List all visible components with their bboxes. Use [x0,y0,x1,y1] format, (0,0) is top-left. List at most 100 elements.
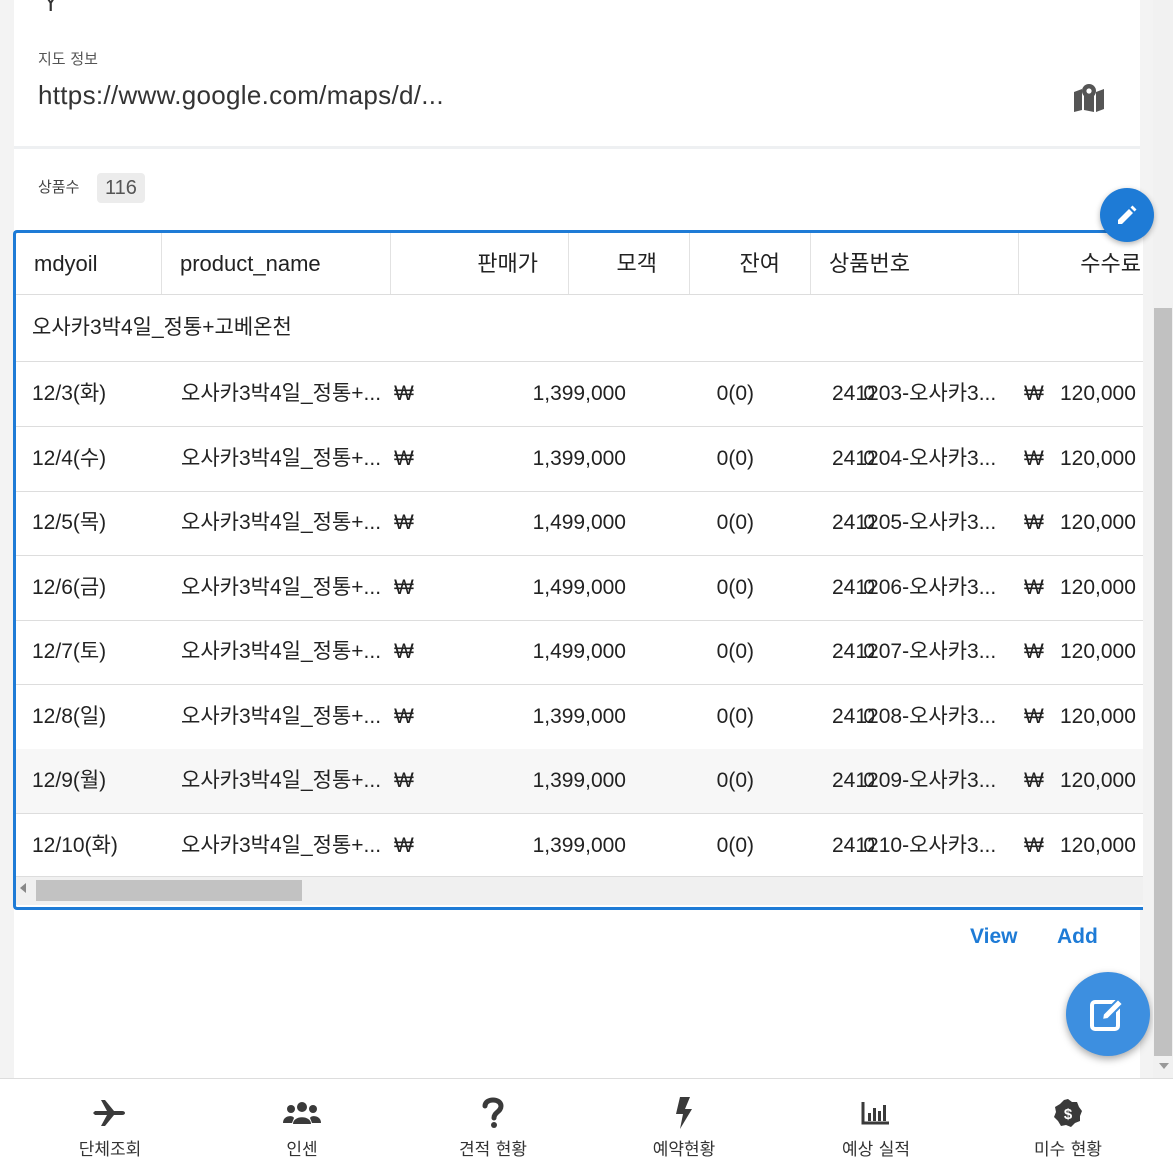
header-sale-price[interactable]: 판매가 [391,233,569,294]
cell-product-name: 오사카3박4일_정통+... [181,769,382,792]
nav-item-reservation-status[interactable]: 예약현황 [589,1079,779,1173]
map-url-link[interactable]: https://www.google.com/maps/d/... [38,80,444,111]
cell-fee: 120,000 [1060,575,1136,599]
cell-fee-currency: ₩ [1024,511,1044,534]
pencil-icon [1118,205,1137,224]
nav-item-receivables[interactable]: $ 미수 현황 [973,1079,1163,1173]
product-count-badge: 116 [97,173,145,203]
cell-date: 12/6(금) [32,575,107,599]
edit-square-icon [1090,997,1125,1031]
edit-pencil-button[interactable] [1100,188,1154,242]
cell-fee: 120,000 [1060,382,1136,405]
cell-fee: 120,000 [1060,446,1136,470]
table-row[interactable]: 12/4(수) 오사카3박4일_정통+... ₩1,399,000 0(0) 0 2412… [16,427,1143,492]
header-remaining[interactable]: 잔여 [690,233,811,294]
add-link[interactable]: Add [1057,925,1098,949]
nav-item-quote-status[interactable]: 견적 현황 [398,1079,588,1173]
users-icon [283,1102,321,1124]
map-info-label: 지도 정보 [38,50,98,68]
table-row[interactable]: 12/3(화) 오사카3박4일_정통+... ₩1,399,000 0(0) 0 2412… [16,362,1143,427]
cell-product-code: 241206-오사카3... [832,575,997,599]
nav-item-expected-performance[interactable]: 예상 실적 [781,1079,971,1173]
compose-fab-button[interactable] [1066,972,1150,1056]
cell-pax: 0(0) [716,575,754,599]
table-row[interactable]: 12/6(금) 오사카3박4일_정통+... ₩1,499,000 0(0) 0 2412… [16,556,1143,621]
nav-label: 미수 현황 [1034,1140,1102,1160]
cell-price-currency: ₩ [394,769,414,792]
cell-date: 12/5(목) [32,511,107,534]
table-row[interactable]: 12/7(토) 오사카3박4일_정통+... ₩1,499,000 0(0) 0 2412… [16,620,1143,685]
table-row[interactable]: 12/9(월) 오사카3박4일_정통+... ₩1,399,000 0(0) 0 2412… [16,749,1143,814]
bottom-navigation: 단체조회 인센 견적 현황 예약현황 예상 실적 $ 미수 현황 [0,1078,1173,1173]
question-icon [482,1097,504,1128]
nav-label: 단체조회 [78,1140,142,1160]
cell-product-name: 오사카3박4일_정통+... [181,704,382,728]
cell-product-name: 오사카3박4일_정통+... [181,446,382,470]
cell-product-code: 241209-오사카3... [832,769,997,792]
cell-fee-currency: ₩ [1024,382,1044,405]
airplane-icon [93,1100,125,1126]
cell-product-code: 241210-오사카3... [832,833,997,857]
cell-pax: 0(0) [716,833,754,857]
cell-product-code: 241208-오사카3... [832,704,997,728]
nav-item-group-search[interactable]: 단체조회 [15,1079,205,1173]
cell-fee: 120,000 [1060,704,1136,728]
map-info-card: Y 지도 정보 https://www.google.com/maps/d/..… [14,0,1140,149]
cell-sale-price: 1,499,000 [532,511,626,534]
cell-sale-price: 1,499,000 [532,575,626,599]
cell-pax: 0(0) [716,446,754,470]
cell-product-name: 오사카3박4일_정통+... [181,640,382,663]
horizontal-scroll-thumb[interactable] [36,880,302,901]
cell-fee-currency: ₩ [1024,575,1044,599]
dollar-badge-icon: $ [1054,1099,1082,1127]
cell-fee: 120,000 [1060,640,1136,663]
table-row[interactable]: 12/5(목) 오사카3박4일_정통+... ₩1,499,000 0(0) 0 2412… [16,491,1143,556]
cell-price-currency: ₩ [394,833,414,857]
header-fee[interactable]: 수수료 [1019,233,1143,294]
cell-fee-currency: ₩ [1024,833,1044,857]
cell-pax: 0(0) [716,640,754,663]
cell-price-currency: ₩ [394,575,414,599]
cell-pax: 0(0) [716,704,754,728]
horizontal-scrollbar[interactable] [16,876,1143,905]
cell-fee-currency: ₩ [1024,640,1044,663]
table-row[interactable]: 12/10(화) 오사카3박4일_정통+... ₩1,399,000 0(0) 0 241… [16,814,1143,879]
header-mdyoil[interactable]: mdyoil [16,233,162,294]
cell-sale-price: 1,399,000 [532,833,626,857]
cell-date: 12/3(화) [32,382,107,405]
table-row[interactable]: 12/8(일) 오사카3박4일_정통+... ₩1,399,000 0(0) 0 2412… [16,685,1143,750]
nav-label: 견적 현황 [459,1140,527,1160]
header-pax[interactable]: 모객 [569,233,690,294]
cell-date: 12/8(일) [32,704,107,728]
cell-fee: 120,000 [1060,769,1136,792]
vertical-scrollbar[interactable] [1153,0,1173,1078]
cell-sale-price: 1,399,000 [532,446,626,470]
vertical-scroll-thumb[interactable] [1154,308,1172,1056]
cell-price-currency: ₩ [394,511,414,534]
cell-product-name: 오사카3박4일_정통+... [181,833,382,857]
product-table[interactable]: mdyoil product_name 판매가 모객 잔여 상품번호 수수료 오… [13,230,1143,910]
nav-label: 인센 [286,1140,318,1160]
nav-item-incentive[interactable]: 인센 [207,1079,397,1173]
scroll-left-icon[interactable] [20,883,26,893]
scroll-down-icon[interactable] [1159,1063,1169,1069]
header-product-code[interactable]: 상품번호 [811,233,1019,294]
header-product-name[interactable]: product_name [162,233,391,294]
cell-date: 12/4(수) [32,446,107,470]
map-marker-icon[interactable] [1072,82,1106,112]
cell-pax: 0(0) [716,511,754,534]
cell-fee-currency: ₩ [1024,704,1044,728]
group-header-row[interactable]: 오사카3박4일_정통+고베온천 [16,295,1143,362]
cell-pax: 0(0) [716,769,754,792]
cell-date: 12/9(월) [32,769,107,792]
svg-text:$: $ [1064,1106,1073,1123]
cell-sale-price: 1,399,000 [532,704,626,728]
cell-date: 12/7(토) [32,640,107,663]
bar-chart-icon [861,1102,889,1125]
cell-fee: 120,000 [1060,833,1136,857]
cell-fee-currency: ₩ [1024,769,1044,792]
cell-product-name: 오사카3박4일_정통+... [181,575,382,599]
nav-label: 예약현황 [652,1140,716,1160]
cell-pax: 0(0) [716,382,754,405]
view-link[interactable]: View [970,925,1017,949]
